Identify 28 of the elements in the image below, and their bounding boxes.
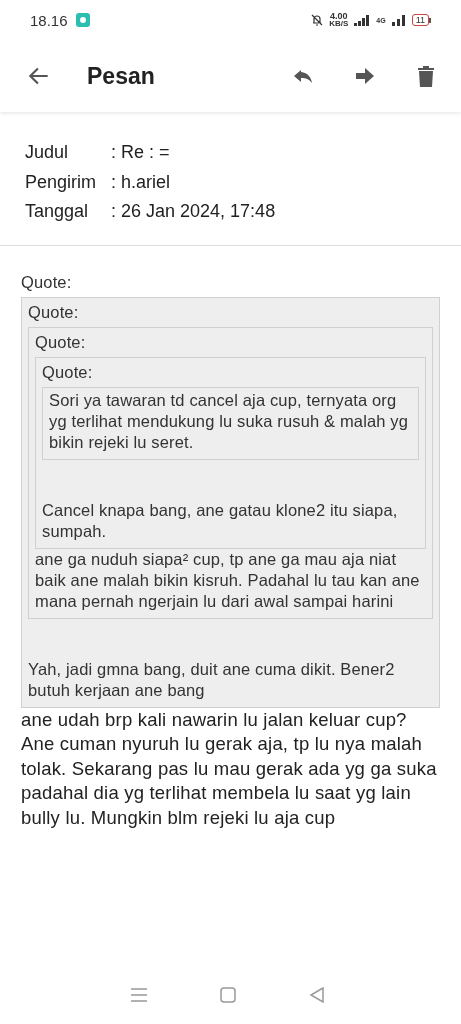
menu-icon (131, 988, 148, 1002)
home-button[interactable] (220, 987, 236, 1003)
field-label: Tanggal (25, 200, 90, 223)
signal-icon (354, 14, 371, 26)
field-label: Pengirim (25, 170, 98, 194)
quote-label: Quote: (35, 331, 87, 353)
app-notification-icon (75, 13, 90, 27)
field-value: : Re : = (111, 141, 171, 164)
quote-text: Sori ya tawaran td cancel aja cup, ternyata org yg terlihat mendukung lu suka rusuh & malah yg bikin rejeki lu seret. (49, 389, 410, 453)
quote-text: ane ga nuduh siapa² cup, tp ane ga mau aja niat baik ane malah bikin kisruh. Padahal lu tau kan ane mana pernah ngerjain lu dari awal sampai harini (35, 548, 421, 612)
field-value: : 26 Jan 2024, 17:48 (111, 200, 277, 223)
battery-indicator: 11 (411, 14, 431, 26)
triangle-icon (308, 987, 325, 1003)
network-speed: 4.00 KB/S (329, 13, 349, 27)
field-value: : h.ariel (111, 170, 172, 194)
screen-title: Pesan (87, 62, 156, 90)
quote-label: Quote: (42, 361, 94, 383)
status-time: 18.16 (30, 11, 68, 29)
message-text: ane udah brp kali nawarin lu jalan keluar cup? Ane cuman nyuruh lu gerak aja, tp lu nya malah tolak. Sekarang pas lu mau gerak ada yg ga suka padahal dia yg terlihat membela lu saat yg lain bully lu. Mungkin blm rejeki lu aja cup (21, 707, 438, 830)
muted-bell-icon (311, 14, 324, 26)
quote-label: Quote: (28, 301, 80, 323)
trash-icon (415, 64, 437, 88)
square-icon (220, 987, 236, 1003)
quote-text: Yah, jadi gmna bang, duit ane cuma dikit. Bener2 butuh kerjaan ane bang (28, 658, 396, 701)
field-label: Judul (25, 141, 70, 164)
quote-text: Cancel knapa bang, ane gatau klone2 itu siapa, sumpah. (42, 499, 399, 542)
signal-icon (391, 14, 406, 26)
quote-label: Quote: (21, 271, 73, 293)
